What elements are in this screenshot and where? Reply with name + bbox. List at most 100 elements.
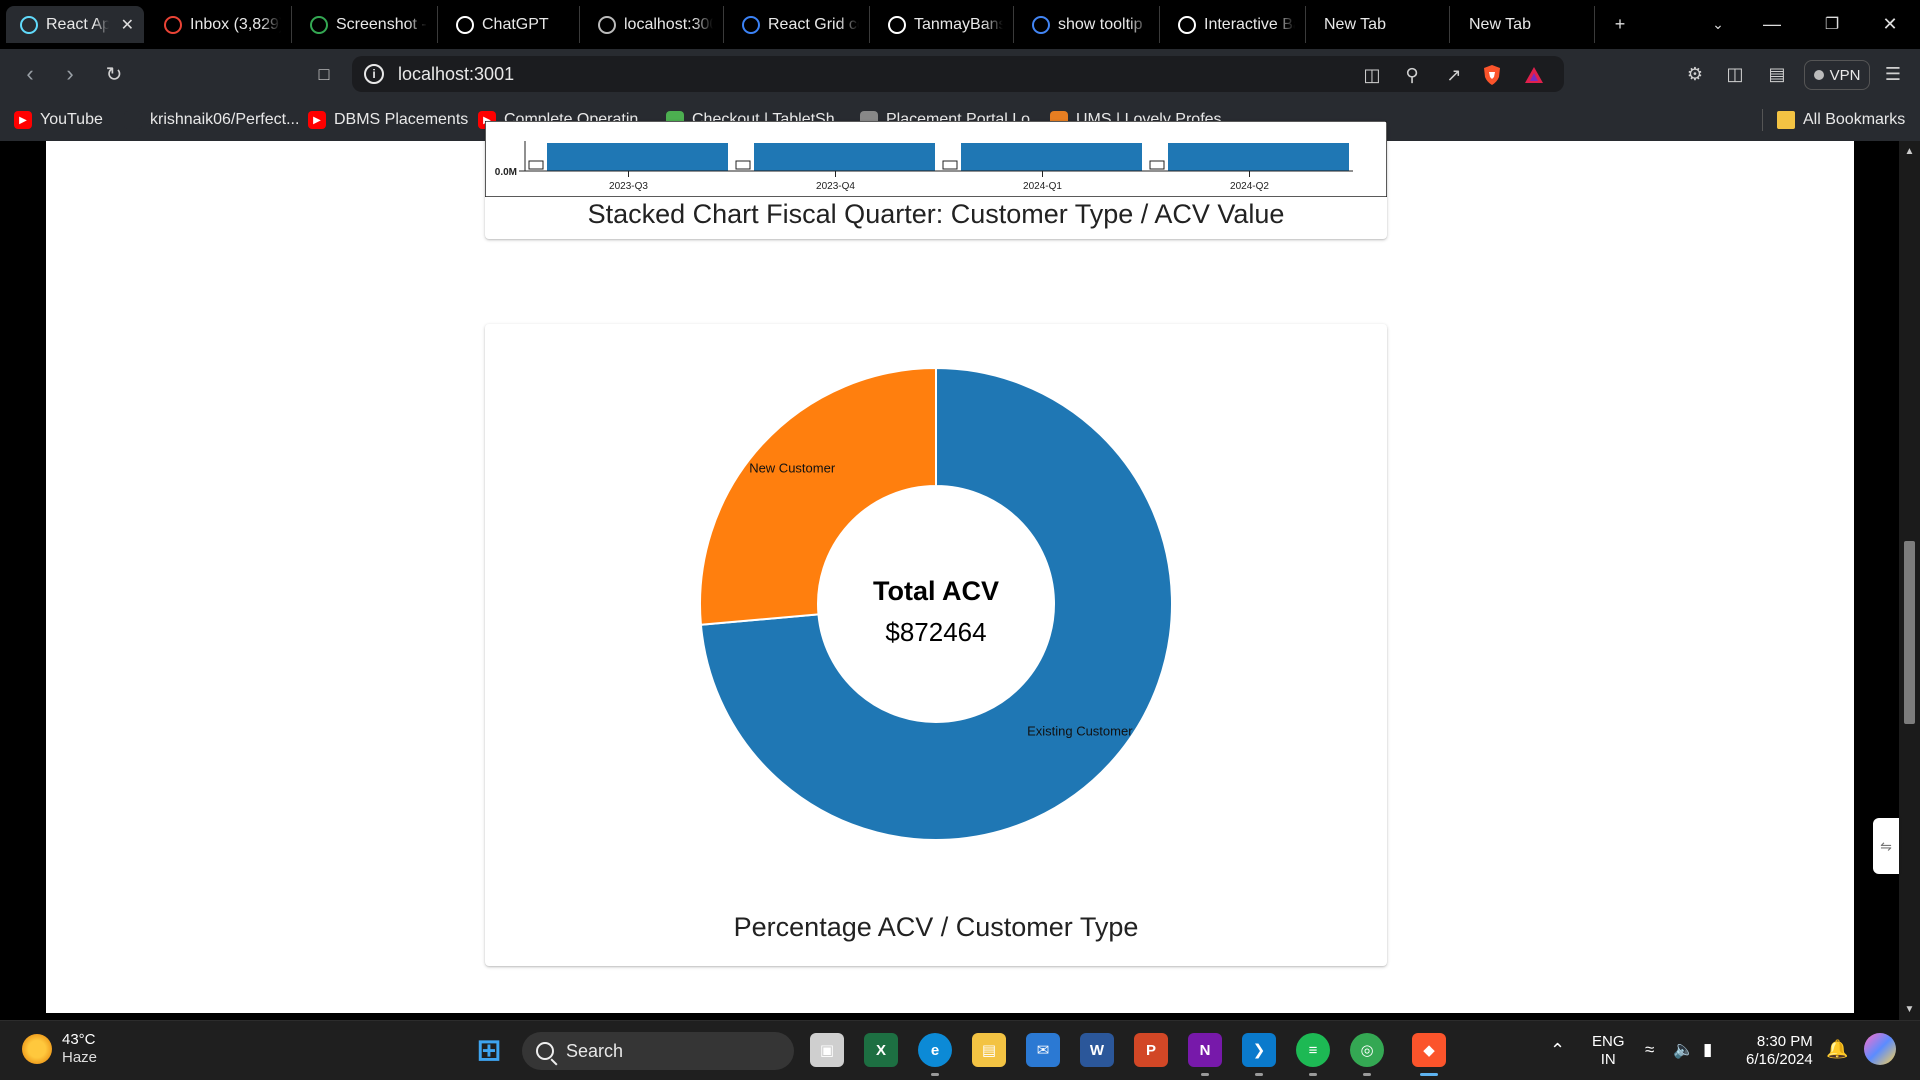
tab-title: TanmayBansal — [914, 15, 1003, 33]
share-icon[interactable]: ↗ — [1442, 63, 1466, 87]
all-bookmarks-button[interactable]: All Bookmarks — [1762, 109, 1905, 131]
vpn-status-icon — [1813, 70, 1824, 80]
stacked-bar[interactable] — [547, 143, 728, 171]
menu-icon[interactable]: ☰ — [1880, 61, 1906, 87]
google-drive-icon — [310, 15, 328, 34]
tray-chevron-icon[interactable]: ⌃ — [1550, 1041, 1565, 1059]
clock[interactable]: 8:30 PM 6/16/2024 — [1746, 1033, 1813, 1069]
scroll-up-icon[interactable]: ▲ — [1903, 145, 1916, 158]
react-icon — [20, 15, 38, 34]
scroll-down-icon[interactable]: ▼ — [1903, 1003, 1916, 1016]
minimize-icon[interactable]: — — [1752, 8, 1792, 40]
browser-tab[interactable]: New Tab — [1455, 6, 1595, 43]
browser-toolbar: ‹ › ↻ □ i localhost:3001 ◫ ⚲ ↗ ⚙ ◫ ▤ VPN… — [0, 49, 1920, 99]
wallet-icon[interactable]: ▤ — [1764, 61, 1790, 87]
slice-label: New Customer — [749, 460, 836, 475]
task-view-icon[interactable]: ▣ — [810, 1033, 844, 1067]
react-grid-icon — [742, 15, 760, 34]
weather-widget[interactable]: 43°C Haze — [22, 1031, 97, 1067]
volume-icon[interactable]: 🔈 — [1673, 1041, 1694, 1059]
scrollbar-thumb[interactable] — [1904, 541, 1915, 724]
excel-icon[interactable]: X — [864, 1033, 898, 1067]
new-tab-button[interactable]: + — [1600, 8, 1640, 40]
stacked-chart-title: Stacked Chart Fiscal Quarter: Customer T… — [587, 199, 1285, 229]
taskbar-search[interactable]: Search — [522, 1032, 794, 1070]
close-window-icon[interactable]: ✕ — [1870, 8, 1910, 40]
url-text[interactable]: localhost:3001 — [398, 64, 514, 85]
page-viewport: 0.0M 2023-Q3 2023-Q4 2024-Q1 2024-Q2 Stacke… — [0, 121, 1920, 1020]
address-bar[interactable]: i localhost:3001 ◫ ⚲ ↗ — [352, 56, 1564, 92]
onenote-icon[interactable]: N — [1188, 1033, 1222, 1067]
stacked-bar-segment[interactable] — [735, 160, 751, 170]
browser-tab[interactable]: React Grid co — [728, 6, 870, 43]
language-indicator[interactable]: ENG IN — [1592, 1033, 1625, 1069]
notification-bell-icon[interactable]: 🔔 — [1826, 1040, 1848, 1058]
browser-tab[interactable]: localhost:3000 — [584, 6, 724, 43]
browser-tab[interactable]: Inbox (3,829) — [150, 6, 292, 43]
browser-tab-strip: React App ✕ Inbox (3,829) Screenshot - ChatG… — [0, 0, 1920, 49]
mail-icon[interactable]: ✉ — [1026, 1033, 1060, 1067]
stacked-bar-chart: 0.0M 2023-Q3 2023-Q4 2024-Q1 2024-Q2 — [485, 121, 1387, 197]
brave-rewards-icon[interactable] — [1522, 63, 1546, 87]
wifi-icon[interactable]: ≈ — [1645, 1041, 1654, 1059]
spotify-icon[interactable]: ≡ — [1296, 1033, 1330, 1067]
word-icon[interactable]: W — [1080, 1033, 1114, 1067]
stacked-chart-card: 0.0M 2023-Q3 2023-Q4 2024-Q1 2024-Q2 Stacke… — [485, 121, 1387, 239]
bookmark-icon[interactable]: □ — [310, 60, 338, 88]
bookmark-label: DBMS Placements — [334, 111, 469, 128]
cast-icon[interactable]: ◫ — [1360, 63, 1384, 87]
bookmark-item[interactable]: krishnaik06/Perfect... — [124, 109, 299, 131]
browser-tab[interactable]: TanmayBansal — [874, 6, 1014, 43]
bookmark-item[interactable]: ▶ DBMS Placements — [308, 109, 468, 131]
back-arrow-icon[interactable]: ‹ — [16, 60, 44, 88]
vpn-label: VPN — [1829, 66, 1861, 84]
browser-tab[interactable]: Screenshot - — [296, 6, 438, 43]
battery-icon[interactable]: ▮ — [1703, 1041, 1712, 1059]
file-explorer-icon[interactable]: ▤ — [972, 1033, 1006, 1067]
browser-tab[interactable]: React App ✕ — [6, 6, 144, 43]
page-scrollbar[interactable]: ▲ ▼ — [1899, 141, 1920, 1020]
stacked-bar[interactable] — [754, 143, 935, 171]
browser-tab[interactable]: show tooltip — [1018, 6, 1160, 43]
close-tab-icon[interactable]: ✕ — [121, 15, 134, 35]
running-indicator — [1309, 1073, 1317, 1076]
copilot-icon[interactable] — [1864, 1033, 1896, 1065]
forward-arrow-icon[interactable]: › — [56, 60, 84, 88]
stacked-bar-segment[interactable] — [1149, 160, 1165, 170]
stacked-bar-segment[interactable] — [528, 160, 544, 170]
medium-icon — [1178, 15, 1196, 34]
side-panel-handle-icon[interactable]: ⇋ — [1873, 818, 1899, 874]
clock-date: 6/16/2024 — [1746, 1051, 1813, 1068]
region-code: IN — [1600, 1051, 1616, 1068]
stacked-bar[interactable] — [1168, 143, 1349, 171]
running-indicator — [931, 1073, 939, 1076]
clock-time: 8:30 PM — [1756, 1033, 1813, 1050]
zoom-icon[interactable]: ⚲ — [1400, 63, 1424, 87]
edge-icon[interactable]: e — [918, 1033, 952, 1067]
stacked-bar-segment[interactable] — [942, 160, 958, 170]
browser-tab[interactable]: ChatGPT — [442, 6, 580, 43]
tab-title: Screenshot - — [336, 15, 427, 33]
windows-start-icon[interactable]: ⊞ — [472, 1033, 506, 1067]
site-info-icon[interactable]: i — [364, 64, 384, 84]
chrome-icon[interactable]: ◎ — [1350, 1033, 1384, 1067]
bookmark-label: YouTube — [40, 111, 103, 128]
google-icon — [1032, 15, 1050, 34]
extensions-icon[interactable]: ⚙ — [1682, 61, 1708, 87]
stacked-bar[interactable] — [961, 143, 1142, 171]
tab-search-chevron-icon[interactable]: ⌄ — [1698, 8, 1738, 40]
tab-title: React Grid co — [768, 15, 859, 33]
restore-icon[interactable]: ❐ — [1812, 8, 1852, 40]
all-bookmarks-label: All Bookmarks — [1803, 111, 1906, 128]
reload-icon[interactable]: ↻ — [100, 60, 128, 88]
vscode-icon[interactable]: ❯ — [1242, 1033, 1276, 1067]
sidebar-icon[interactable]: ◫ — [1722, 61, 1748, 87]
brave-shields-icon[interactable] — [1480, 63, 1504, 87]
brave-icon[interactable]: ◆ — [1412, 1033, 1446, 1067]
vpn-button[interactable]: VPN — [1804, 60, 1870, 90]
search-icon — [536, 1042, 554, 1060]
bookmark-item[interactable]: ▶ YouTube — [14, 109, 103, 131]
powerpoint-icon[interactable]: P — [1134, 1033, 1168, 1067]
browser-tab[interactable]: New Tab — [1310, 6, 1450, 43]
browser-tab[interactable]: Interactive Ba — [1164, 6, 1306, 43]
